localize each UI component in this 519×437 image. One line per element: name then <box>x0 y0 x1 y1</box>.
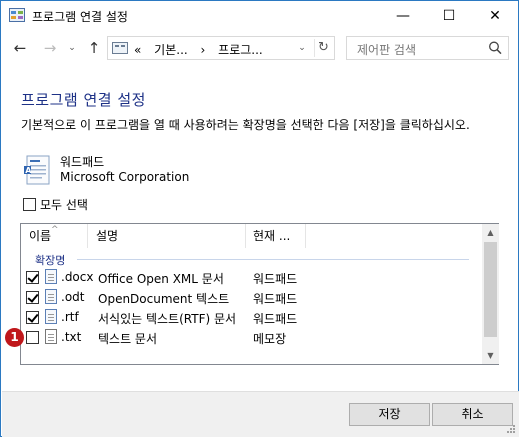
list-item[interactable]: .rtf 서식있는 텍스트(RTF) 문서 워드패드 <box>21 308 481 328</box>
app-publisher: Microsoft Corporation <box>60 170 190 184</box>
close-button[interactable]: ✕ <box>472 1 518 31</box>
scroll-up-arrow-icon[interactable]: ▲ <box>482 224 499 241</box>
wordpad-document-icon <box>45 269 57 284</box>
list-item[interactable]: .txt 텍스트 문서 메모장 <box>21 328 481 348</box>
extension-description: Office Open XML 문서 <box>98 272 224 286</box>
list-item[interactable]: .odt OpenDocument 텍스트 워드패드 <box>21 288 481 308</box>
instruction-text: 기본적으로 이 프로그램을 열 때 사용하려는 확장명을 선택한 다음 [저장]… <box>21 118 470 132</box>
vertical-scrollbar[interactable]: ▲ ▼ <box>482 224 499 364</box>
extension-checkbox[interactable] <box>26 271 39 284</box>
list-item[interactable]: .docx Office Open XML 문서 워드패드 <box>21 268 481 288</box>
address-bar[interactable]: « 기본... › 프로그... ⌄ ↻ <box>107 36 335 60</box>
extension-name: .docx <box>61 270 94 284</box>
wordpad-document-icon <box>45 289 57 304</box>
save-button[interactable]: 저장 <box>349 403 430 426</box>
minimize-button[interactable]: — <box>380 1 426 31</box>
refresh-icon[interactable]: ↻ <box>314 39 332 57</box>
extension-checkbox[interactable] <box>26 311 39 324</box>
app-name: 워드패드 <box>60 155 105 169</box>
extension-description: OpenDocument 텍스트 <box>98 292 230 306</box>
column-header-description[interactable]: 설명 <box>88 224 246 248</box>
extension-description: 텍스트 문서 <box>98 332 158 346</box>
window-title: 프로그램 연결 설정 <box>32 10 128 24</box>
extension-name: .rtf <box>61 310 79 324</box>
scrollbar-thumb[interactable] <box>484 242 497 337</box>
extension-list: ^ 이름 설명 현재 ... 확장명 .docx Office Open XML… <box>20 223 499 365</box>
select-all-label[interactable]: 모두 선택 <box>40 196 88 213</box>
search-box[interactable]: 제어판 검색 <box>346 36 509 60</box>
current-default-program: 메모장 <box>253 332 287 346</box>
group-header-extensions[interactable]: 확장명 <box>35 252 65 268</box>
current-default-program: 워드패드 <box>253 272 298 286</box>
step-number-badge: 1 <box>5 328 24 347</box>
column-header-current-default[interactable]: 현재 ... <box>246 224 306 248</box>
scroll-down-arrow-icon[interactable]: ▼ <box>482 347 499 364</box>
extension-name: .txt <box>61 330 82 344</box>
sort-ascending-icon: ^ <box>51 225 59 235</box>
column-header-name[interactable]: ^ 이름 <box>21 224 88 248</box>
text-document-icon <box>45 329 57 344</box>
search-icon[interactable] <box>487 40 503 56</box>
page-title: 프로그램 연결 설정 <box>21 91 146 109</box>
breadcrumb-separator[interactable]: › <box>201 43 206 57</box>
back-arrow-icon[interactable]: ← <box>11 39 29 57</box>
forward-arrow-icon[interactable]: → <box>41 39 59 57</box>
control-panel-icon <box>9 8 25 22</box>
up-arrow-icon[interactable]: ↑ <box>85 39 103 57</box>
recent-locations-chevron-icon[interactable]: ⌄ <box>63 43 81 53</box>
rtf-document-icon <box>45 309 57 324</box>
wordpad-icon: A <box>24 155 50 185</box>
extension-checkbox[interactable] <box>26 331 39 344</box>
breadcrumb: « 기본... › 프로그... <box>134 41 272 58</box>
program-association-window: 프로그램 연결 설정 — ☐ ✕ ← → ⌄ ↑ « 기본... › 프로그..… <box>0 0 519 437</box>
breadcrumb-item-programs[interactable]: 프로그... <box>218 43 263 57</box>
resize-grip-icon[interactable] <box>506 424 516 434</box>
extension-description: 서식있는 텍스트(RTF) 문서 <box>98 312 237 326</box>
column-header-name-label: 이름 <box>29 229 52 243</box>
current-default-program: 워드패드 <box>253 292 298 306</box>
address-dropdown-chevron-icon[interactable]: ⌄ <box>294 39 310 57</box>
navigation-bar: ← → ⌄ ↑ « 기본... › 프로그... ⌄ ↻ 제어판 검색 <box>1 31 518 67</box>
breadcrumb-item-default-programs[interactable]: 기본... <box>154 43 188 57</box>
extension-name: .odt <box>61 290 85 304</box>
search-placeholder[interactable]: 제어판 검색 <box>357 41 416 58</box>
maximize-button[interactable]: ☐ <box>426 1 472 31</box>
breadcrumb-overflow[interactable]: « <box>134 43 141 57</box>
svg-text:A: A <box>25 166 32 175</box>
dialog-footer: 저장 취소 <box>2 391 519 437</box>
select-all-checkbox[interactable] <box>23 198 36 211</box>
title-bar[interactable]: 프로그램 연결 설정 — ☐ ✕ <box>1 1 518 31</box>
current-default-program: 워드패드 <box>253 312 298 326</box>
control-panel-location-icon <box>112 42 128 54</box>
extension-checkbox[interactable] <box>26 291 39 304</box>
group-divider <box>77 259 469 260</box>
cancel-button[interactable]: 취소 <box>432 403 513 426</box>
